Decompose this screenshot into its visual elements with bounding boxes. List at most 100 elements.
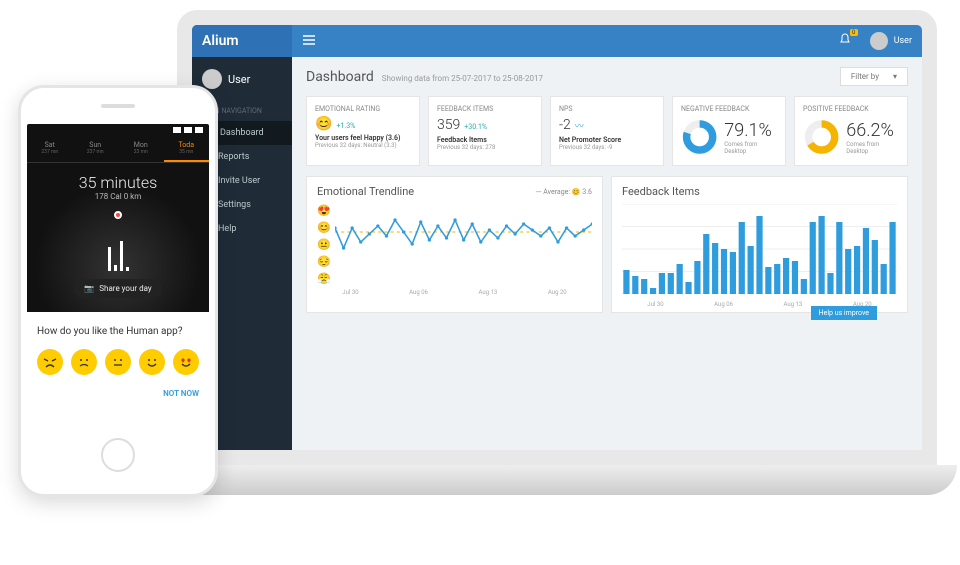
rating-face-neutral[interactable] <box>105 349 131 375</box>
signal-icon <box>173 127 181 133</box>
survey-question: How do you like the Human app? <box>37 326 199 337</box>
day-tab-sun[interactable]: Sun237 mn <box>73 136 119 162</box>
battery-icon <box>195 127 203 133</box>
share-label: Share your day <box>99 284 151 293</box>
sidebar-user-name: User <box>228 73 250 86</box>
kpi-negative: Negative Feedback 79.1%Comes from Deskto… <box>672 96 786 166</box>
rating-faces <box>37 349 199 375</box>
activity-bars <box>27 229 209 271</box>
kpi-title: Feedback Items <box>437 105 533 113</box>
phone-speaker-area <box>21 88 215 124</box>
neutral-face-icon: 😐 <box>317 238 331 251</box>
page-subtitle: Showing data from 25-07-2017 to 25-08-20… <box>382 74 543 83</box>
chart-row: Emotional Trendline --- Average: 😊 3.6 😍… <box>292 176 922 321</box>
kpi-percent: 79.1% <box>724 120 777 141</box>
kpi-row: Emotional Rating 😊 +1.3% Your users feel … <box>292 96 922 176</box>
rating-face-sad[interactable] <box>71 349 97 375</box>
home-button[interactable] <box>101 438 135 472</box>
kpi-value: -2 <box>559 117 571 133</box>
angry-face-icon: 😤 <box>317 272 331 285</box>
line-chart <box>335 204 592 284</box>
help-us-improve-button[interactable]: Help us improve <box>811 306 877 320</box>
trend-icon: 〰 <box>575 119 584 132</box>
survey-panel: How do you like the Human app? NOT NOW <box>27 312 209 412</box>
day-tab-today[interactable]: Toda35 mn <box>164 136 210 162</box>
laptop-base <box>152 465 957 495</box>
page-title: Dashboard <box>306 69 374 85</box>
kpi-sub: Comes from Desktop <box>846 141 899 155</box>
filter-dropdown[interactable]: Filter by ▾ <box>840 67 908 86</box>
chart-emotional-trendline: Emotional Trendline --- Average: 😊 3.6 😍… <box>306 176 603 313</box>
kpi-sub1: Net Promoter Score <box>559 136 655 144</box>
chart-legend: --- Average: 😊 3.6 <box>536 188 592 196</box>
happy-face-icon: 😊 <box>315 117 332 131</box>
topbar-user[interactable]: User <box>870 32 912 50</box>
kpi-nps: NPS -2 〰 Net Promoter Score Previous 32 d… <box>550 96 664 166</box>
laptop-screen: Alium User Main Navigation Dashboard Rep… <box>177 10 937 465</box>
kpi-percent: 66.2% <box>846 120 899 141</box>
sidebar-item-label: Reports <box>218 152 249 162</box>
love-face-icon: 😍 <box>317 204 331 217</box>
activity-minutes: 35 minutes <box>27 173 209 192</box>
kpi-sub1: Your users feel Happy (3.6) <box>315 134 411 142</box>
dashboard-app: Alium User Main Navigation Dashboard Rep… <box>192 25 922 450</box>
notifications-button[interactable]: 0 <box>838 33 852 50</box>
sidebar-item-label: Settings <box>218 200 251 210</box>
kpi-sub1: Feedback Items <box>437 136 533 144</box>
sidebar-item-label: Help <box>218 224 236 234</box>
chart-title: Emotional Trendline <box>317 185 414 198</box>
wifi-icon <box>184 127 192 133</box>
kpi-sub: Comes from Desktop <box>724 141 777 155</box>
day-tab-sat[interactable]: Sat237 mn <box>27 136 73 162</box>
kpi-sub2: Previous 32 days: Neutral (3.3) <box>315 142 411 149</box>
not-now-button[interactable]: NOT NOW <box>37 389 199 398</box>
rating-face-love[interactable] <box>173 349 199 375</box>
kpi-sub2: Previous 32 days: -9 <box>559 144 655 151</box>
donut-chart-icon <box>681 117 718 157</box>
bar-chart <box>622 204 897 294</box>
donut-chart-icon <box>803 117 840 157</box>
phone-frame: Sat237 mn Sun237 mn Mon23 mn Toda35 mn 3… <box>18 85 218 497</box>
rating-face-angry[interactable] <box>37 349 63 375</box>
avatar <box>870 32 888 50</box>
kpi-emotional: Emotional Rating 😊 +1.3% Your users feel … <box>306 96 420 166</box>
status-bar <box>27 124 209 136</box>
kpi-delta: +1.3% <box>336 122 355 130</box>
laptop-frame: Alium User Main Navigation Dashboard Rep… <box>177 10 952 530</box>
notification-count: 0 <box>850 29 858 36</box>
chart-feedback-items: Feedback Items Jul 30Aug 06Aug 13Aug 20 … <box>611 176 908 313</box>
page-header: Dashboard Showing data from 25-07-2017 t… <box>292 57 922 96</box>
rating-face-happy[interactable] <box>139 349 165 375</box>
brand: Alium <box>192 25 292 57</box>
day-tabs: Sat237 mn Sun237 mn Mon23 mn Toda35 mn <box>27 136 209 163</box>
menu-icon[interactable] <box>302 33 316 50</box>
kpi-title: Positive Feedback <box>803 105 899 113</box>
topbar: 0 User <box>292 25 922 57</box>
topbar-user-name: User <box>894 36 912 46</box>
avatar <box>202 69 222 89</box>
kpi-value: 359 <box>437 117 460 133</box>
day-tab-mon[interactable]: Mon23 mn <box>118 136 164 162</box>
activity-hero: 35 minutes 178 Cal 0 km 📷 Share your day <box>27 163 209 312</box>
kpi-sub2: Previous 32 days: 278 <box>437 144 533 151</box>
chart-title: Feedback Items <box>622 185 700 198</box>
share-button[interactable]: 📷 Share your day <box>74 279 161 298</box>
y-axis-emojis: 😍 😊 😐 😔 😤 <box>317 204 331 285</box>
kpi-title: NPS <box>559 105 655 113</box>
activity-stats: 178 Cal 0 km <box>27 192 209 201</box>
kpi-title: Negative Feedback <box>681 105 777 113</box>
filter-label: Filter by <box>851 72 879 81</box>
camera-icon: 📷 <box>84 284 94 293</box>
sidebar-item-label: Invite User <box>218 176 260 186</box>
kpi-title: Emotional Rating <box>315 105 411 113</box>
happy-face-icon: 😊 <box>317 221 331 234</box>
sad-face-icon: 😔 <box>317 255 331 268</box>
phone-screen: Sat237 mn Sun237 mn Mon23 mn Toda35 mn 3… <box>27 124 209 424</box>
x-axis-labels: Jul 30Aug 06Aug 13Aug 20 <box>317 289 592 296</box>
kpi-feedback: Feedback Items 359+30.1% Feedback Items … <box>428 96 542 166</box>
sidebar-item-label: Dashboard <box>220 128 264 138</box>
chevron-down-icon: ▾ <box>893 72 897 81</box>
location-dot-icon <box>114 211 122 219</box>
kpi-positive: Positive Feedback 66.2%Comes from Deskto… <box>794 96 908 166</box>
kpi-delta: +30.1% <box>464 123 487 131</box>
